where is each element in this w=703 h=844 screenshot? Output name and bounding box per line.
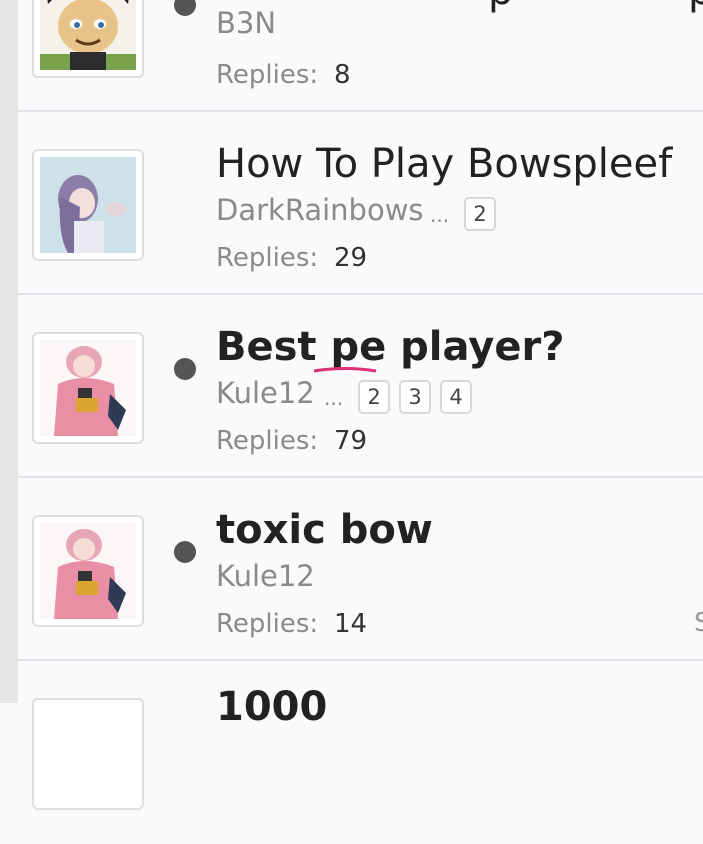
thread-author[interactable]: Kule12	[216, 559, 315, 593]
left-gutter	[0, 0, 18, 703]
replies-label: Replies:	[216, 243, 319, 273]
thread-row[interactable]: How To Play Bowspleef DarkRainbows ... 2…	[18, 113, 703, 295]
thread-row[interactable]: toxic bow Kule12 Replies: 14	[18, 479, 703, 661]
thread-row[interactable]: “ p p B3N Replies: 8	[18, 0, 703, 112]
thread-row[interactable]: 1000	[18, 662, 703, 844]
page-link-3[interactable]: 3	[399, 380, 431, 414]
thread-list: “ p p B3N Replies: 8 How To Play Bowsple…	[18, 0, 703, 810]
unread-indicator	[174, 358, 196, 380]
replies-label: Replies:	[216, 60, 319, 90]
thread-title[interactable]: Best pe player?	[216, 324, 564, 370]
page-link-4[interactable]: 4	[440, 380, 472, 414]
thread-author[interactable]: B3N	[216, 6, 276, 40]
pagination-ellipsis: ...	[324, 386, 344, 410]
avatar[interactable]	[32, 515, 144, 627]
spellcheck-underline	[313, 367, 377, 373]
cartoon-boy-avatar-icon	[40, 0, 136, 70]
avatar[interactable]	[32, 698, 144, 810]
thread-row[interactable]: Best pe player? Kule12 ... 2 3 4 Replies…	[18, 296, 703, 478]
thread-author[interactable]: DarkRainbows	[216, 193, 424, 227]
thread-author[interactable]: Kule12	[216, 376, 315, 410]
replies-count: 14	[334, 609, 368, 639]
anime-pink-jacket-avatar-icon	[40, 340, 136, 436]
replies-count: 29	[334, 243, 368, 273]
unread-indicator	[174, 0, 196, 16]
avatar[interactable]	[32, 0, 144, 78]
page-link-2[interactable]: 2	[358, 380, 390, 414]
thread-title[interactable]: toxic bow	[216, 507, 433, 553]
anime-girl-pastel-avatar-icon	[40, 157, 136, 253]
thread-title-fragment-edge: p	[688, 0, 703, 14]
thread-title-fragment: p	[488, 0, 513, 14]
avatar[interactable]	[32, 332, 144, 444]
replies-label: Replies:	[216, 426, 319, 456]
avatar[interactable]	[32, 149, 144, 261]
pagination-ellipsis: ...	[430, 203, 450, 227]
unread-indicator	[174, 541, 196, 563]
replies-label: Replies:	[216, 609, 319, 639]
thread-title[interactable]: 1000	[216, 684, 327, 730]
anime-pink-jacket-avatar-icon	[40, 523, 136, 619]
replies-count: 8	[334, 60, 351, 90]
replies-count: 79	[334, 426, 368, 456]
right-edge-fragment: S	[694, 608, 703, 638]
page-link-2[interactable]: 2	[464, 197, 496, 231]
thread-title[interactable]: How To Play Bowspleef	[216, 141, 672, 187]
